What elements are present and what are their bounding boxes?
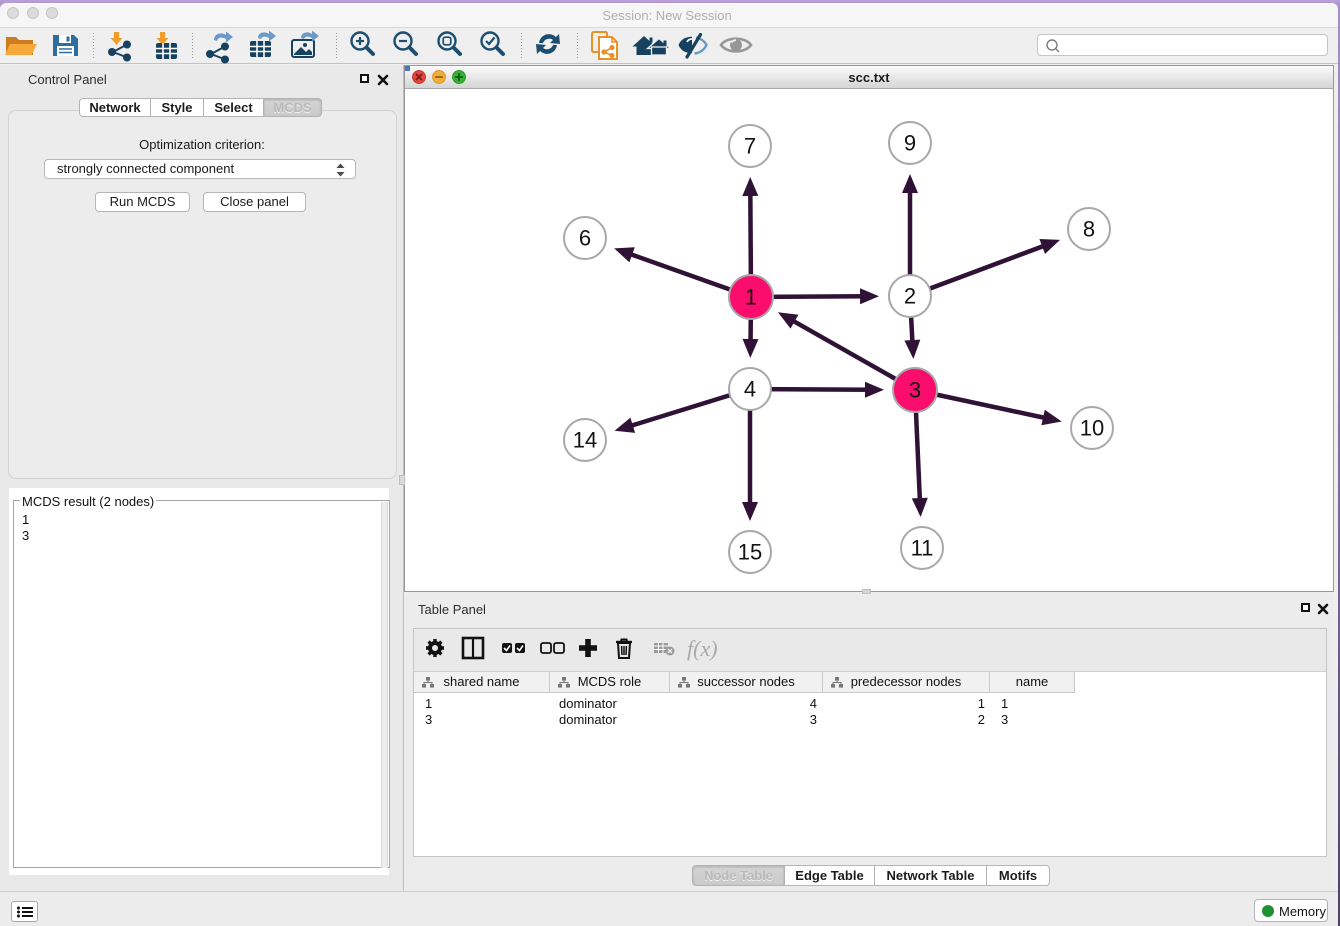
svg-text:15: 15 bbox=[738, 540, 762, 565]
svg-text:8: 8 bbox=[1083, 217, 1095, 242]
svg-text:11: 11 bbox=[911, 536, 934, 561]
svg-text:2: 2 bbox=[904, 284, 916, 309]
svg-text:3: 3 bbox=[909, 378, 921, 403]
svg-text:1: 1 bbox=[745, 285, 757, 310]
svg-text:10: 10 bbox=[1080, 416, 1104, 441]
svg-text:6: 6 bbox=[579, 226, 591, 251]
svg-text:f(x): f(x) bbox=[687, 636, 718, 661]
svg-text:7: 7 bbox=[744, 134, 756, 159]
svg-text:4: 4 bbox=[744, 377, 756, 402]
svg-text:14: 14 bbox=[573, 428, 597, 453]
svg-text:9: 9 bbox=[904, 131, 916, 156]
